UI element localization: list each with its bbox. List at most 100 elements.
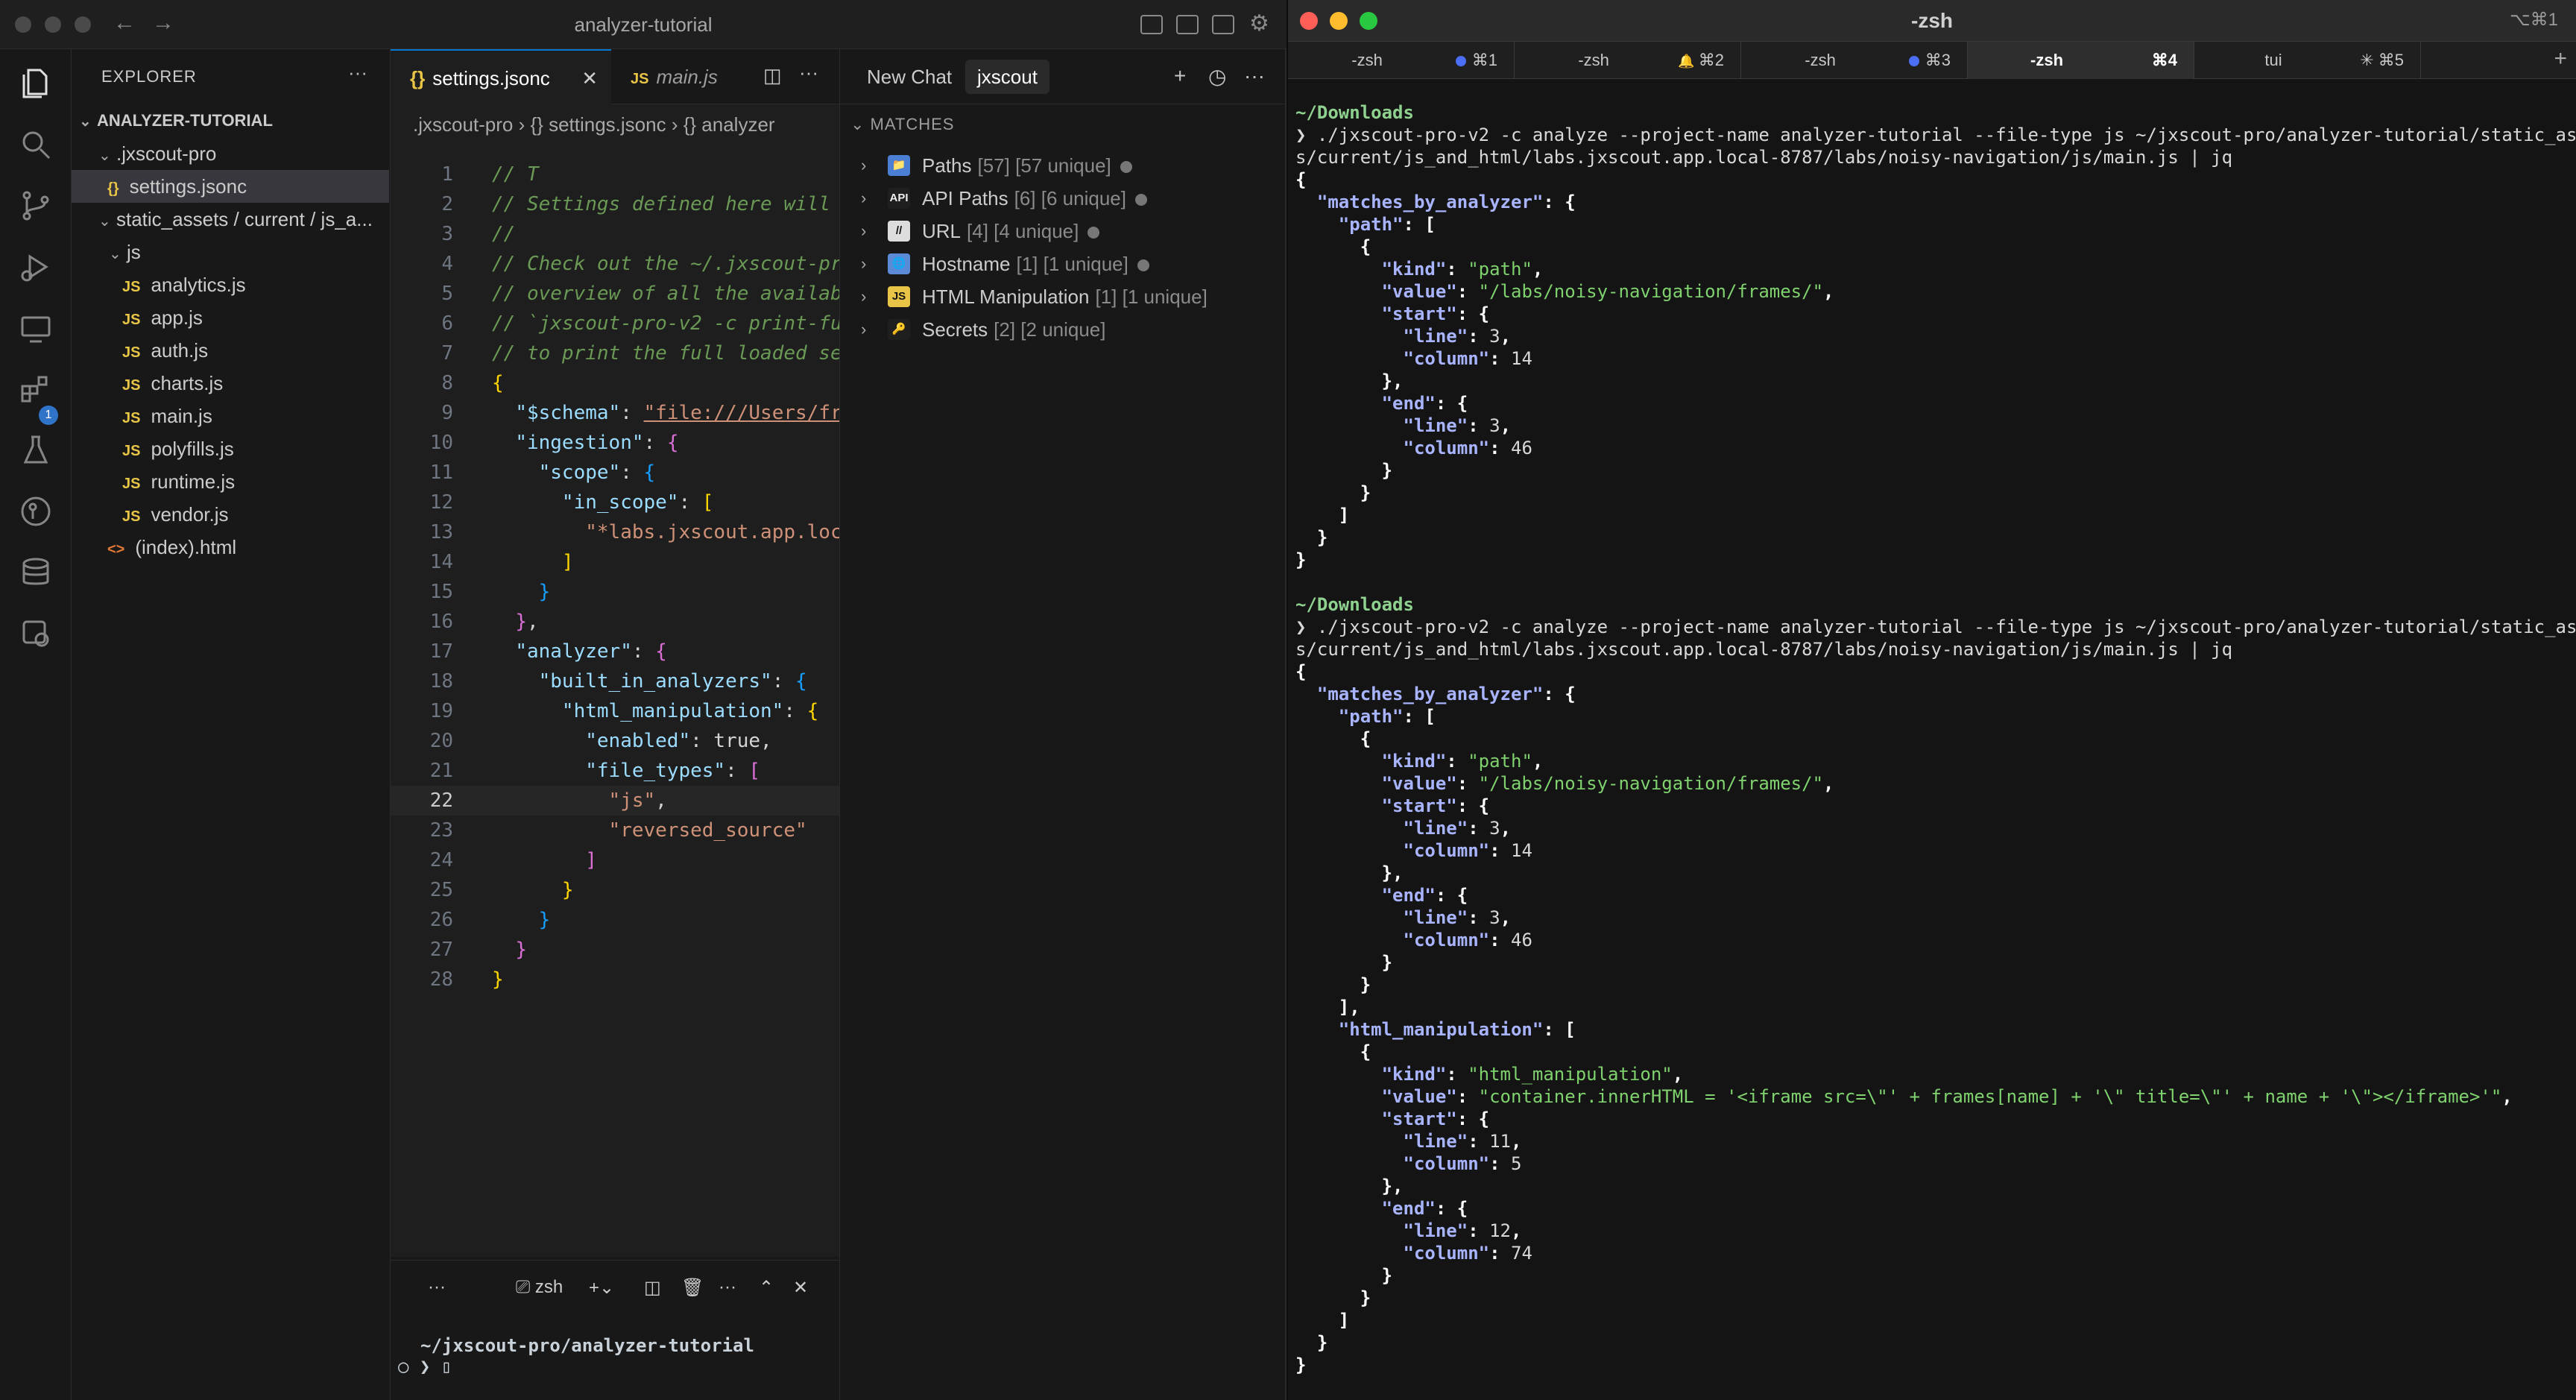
tree-file-runtime-js[interactable]: JS runtime.js	[72, 465, 389, 498]
tree-file-main-js[interactable]: JS main.js	[72, 400, 389, 432]
code-line[interactable]: 17 "analyzer": {	[391, 637, 839, 666]
terminal-prompt[interactable]: ○ ❯ ▯	[398, 1356, 452, 1377]
code-line[interactable]: 6 // `jxscout-pro-v2 -c print-fu	[391, 309, 839, 338]
close-panel-icon[interactable]: ✕	[793, 1277, 808, 1299]
code-line[interactable]: 26 }	[391, 905, 839, 935]
json-file-icon: {}	[107, 180, 119, 197]
tree-file-settings-jsonc[interactable]: {} settings.jsonc	[72, 170, 389, 203]
extensions-icon[interactable]	[18, 371, 54, 407]
iterm-tab-3[interactable]: -zsh ⌘3	[1741, 42, 1968, 79]
code-text: },	[515, 611, 539, 633]
settings-gear-icon[interactable]: ⚙	[1249, 10, 1269, 37]
code-line[interactable]: 19 "html_manipulation": {	[391, 696, 839, 726]
tree-file-index-html[interactable]: <> (index).html	[72, 531, 389, 564]
tree-folder-static-assets[interactable]: ⌄ static_assets / current / js_a...	[72, 203, 389, 236]
tree-file-polyfills-js[interactable]: JS polyfills.js	[72, 432, 389, 465]
code-line[interactable]: 1 // T ect	[391, 160, 839, 189]
split-editor-icon[interactable]: ◫	[763, 64, 782, 87]
code-text: // overview of all the availab	[492, 283, 839, 305]
new-chat-button[interactable]: New Chat	[867, 66, 952, 89]
iterm-tab-1[interactable]: -zsh ⌘1	[1288, 42, 1515, 79]
editor-more-icon[interactable]: ···	[799, 61, 818, 84]
matches-section-header[interactable]: ⌄ MATCHES	[850, 115, 954, 134]
chevron-down-icon: ⌄	[79, 113, 92, 130]
code-line[interactable]: 12 "in_scope": [	[391, 488, 839, 517]
explorer-files-icon[interactable]	[18, 66, 54, 101]
code-line[interactable]: 10 "ingestion": {	[391, 428, 839, 458]
remote-explorer-icon[interactable]	[18, 310, 54, 346]
match-row-html-manipulation[interactable]: › JS HTML Manipulation [1] [1 unique]	[840, 280, 1286, 313]
js-file-icon: JS	[122, 508, 141, 525]
iterm-tab-4[interactable]: -zsh ⌘4	[1968, 42, 2194, 79]
code-line[interactable]: 7 // to print the full loaded se	[391, 338, 839, 368]
tree-file-charts-js[interactable]: JS charts.js	[72, 367, 389, 400]
code-line[interactable]: 14 ]	[391, 547, 839, 577]
tree-file-analytics-js[interactable]: JS analytics.js	[72, 268, 389, 301]
tree-file-app-js[interactable]: JS app.js	[72, 301, 389, 334]
maximize-panel-chevron-up-icon[interactable]: ⌃	[759, 1277, 774, 1299]
code-line[interactable]: 18 "built_in_analyzers": {	[391, 666, 839, 696]
code-line[interactable]: 4 // Check out the ~/.jxscout-pr	[391, 249, 839, 279]
tree-file-vendor-js[interactable]: JS vendor.js	[72, 498, 389, 531]
terminal-output[interactable]: ~/Downloads ❯ ./jxscout-pro-v2 -c analyze…	[1295, 101, 2576, 1376]
jxscout-extension-icon[interactable]	[18, 616, 54, 652]
source-control-icon[interactable]	[18, 188, 54, 224]
line-number: 2	[441, 193, 453, 215]
search-icon[interactable]	[18, 127, 54, 163]
match-row-hostname[interactable]: › 🌐 Hostname [1] [1 unique]	[840, 247, 1286, 280]
split-terminal-icon[interactable]: ◫	[644, 1277, 661, 1299]
code-line[interactable]: 15 }	[391, 577, 839, 607]
new-tab-plus-icon[interactable]: +	[2554, 46, 2567, 72]
code-line[interactable]: 21 "file_types": [	[391, 756, 839, 786]
code-line[interactable]: 8{	[391, 368, 839, 398]
code-line[interactable]: 11 "scope": {	[391, 458, 839, 488]
kill-terminal-trash-icon[interactable]: 🗑	[681, 1277, 704, 1299]
new-terminal-plus-icon[interactable]: +⌄	[589, 1277, 614, 1299]
code-line[interactable]: 23 "reversed_source"	[391, 816, 839, 845]
match-row-secrets[interactable]: › 🔑 Secrets [2] [2 unique]	[840, 313, 1286, 346]
tab-settings-jsonc[interactable]: {} settings.jsonc ✕	[391, 49, 611, 104]
code-line[interactable]: 20 "enabled": true,	[391, 726, 839, 756]
tree-folder-jxscout-pro[interactable]: ⌄ .jxscout-pro	[72, 137, 389, 170]
breadcrumb[interactable]: .jxscout-pro › {} settings.jsonc › {} an…	[413, 113, 775, 136]
tree-folder-js[interactable]: ⌄ js	[72, 236, 389, 268]
line-number: 16	[429, 611, 453, 633]
tab-main-js[interactable]: JS main.js	[611, 49, 738, 104]
line-number: 8	[441, 372, 453, 394]
match-row-paths[interactable]: › 📁 Paths [57] [57 unique]	[840, 149, 1286, 182]
panel-more-icon[interactable]: ···	[719, 1277, 736, 1298]
code-line[interactable]: 24 ]	[391, 845, 839, 875]
database-icon[interactable]	[18, 555, 54, 590]
code-line[interactable]: 25 }	[391, 875, 839, 905]
explorer-more-icon[interactable]: ···	[348, 61, 367, 84]
tree-file-auth-js[interactable]: JS auth.js	[72, 334, 389, 367]
code-line[interactable]: 22 "js",	[391, 786, 839, 816]
project-root-folder[interactable]: ⌄ ANALYZER-TUTORIAL	[72, 104, 389, 137]
code-line[interactable]: 2 // Settings defined here will	[391, 189, 839, 219]
run-debug-icon[interactable]	[18, 249, 54, 285]
iterm-tab-2[interactable]: -zsh 🔔 ⌘2	[1515, 42, 1741, 79]
testing-flask-icon[interactable]	[18, 432, 54, 468]
code-text: "in_scope": [	[561, 491, 714, 514]
toggle-sidebar-icon[interactable]	[1140, 15, 1163, 34]
code-line[interactable]: 5 // overview of all the availab	[391, 279, 839, 309]
code-line[interactable]: 27 }	[391, 935, 839, 965]
close-tab-icon[interactable]: ✕	[581, 51, 598, 106]
toggle-panel-icon[interactable]	[1176, 15, 1199, 34]
terminal-more-icon[interactable]: ···	[428, 1277, 446, 1298]
history-clock-icon[interactable]: ◷	[1208, 64, 1226, 89]
code-line[interactable]: 16 },	[391, 607, 839, 637]
add-plus-icon[interactable]: +	[1174, 64, 1186, 88]
toggle-secondary-sidebar-icon[interactable]	[1212, 15, 1234, 34]
iterm-tab-5[interactable]: tui ✳ ⌘5	[2194, 42, 2421, 79]
git-graph-icon[interactable]	[18, 494, 54, 529]
jxscout-tab[interactable]: jxscout	[965, 60, 1049, 94]
code-line[interactable]: 9 "$schema": "file:///Users/fr	[391, 398, 839, 428]
match-row-api-paths[interactable]: › API API Paths [6] [6 unique]	[840, 182, 1286, 215]
code-line[interactable]: 3 //	[391, 219, 839, 249]
code-line[interactable]: 28}	[391, 965, 839, 994]
chat-more-icon[interactable]: ···	[1244, 64, 1265, 88]
code-line[interactable]: 13 "*labs.jxscout.app.loc	[391, 517, 839, 547]
terminal-shell-tab[interactable]: ⎚ zsh	[516, 1277, 563, 1298]
match-row-url[interactable]: › // URL [4] [4 unique]	[840, 215, 1286, 247]
